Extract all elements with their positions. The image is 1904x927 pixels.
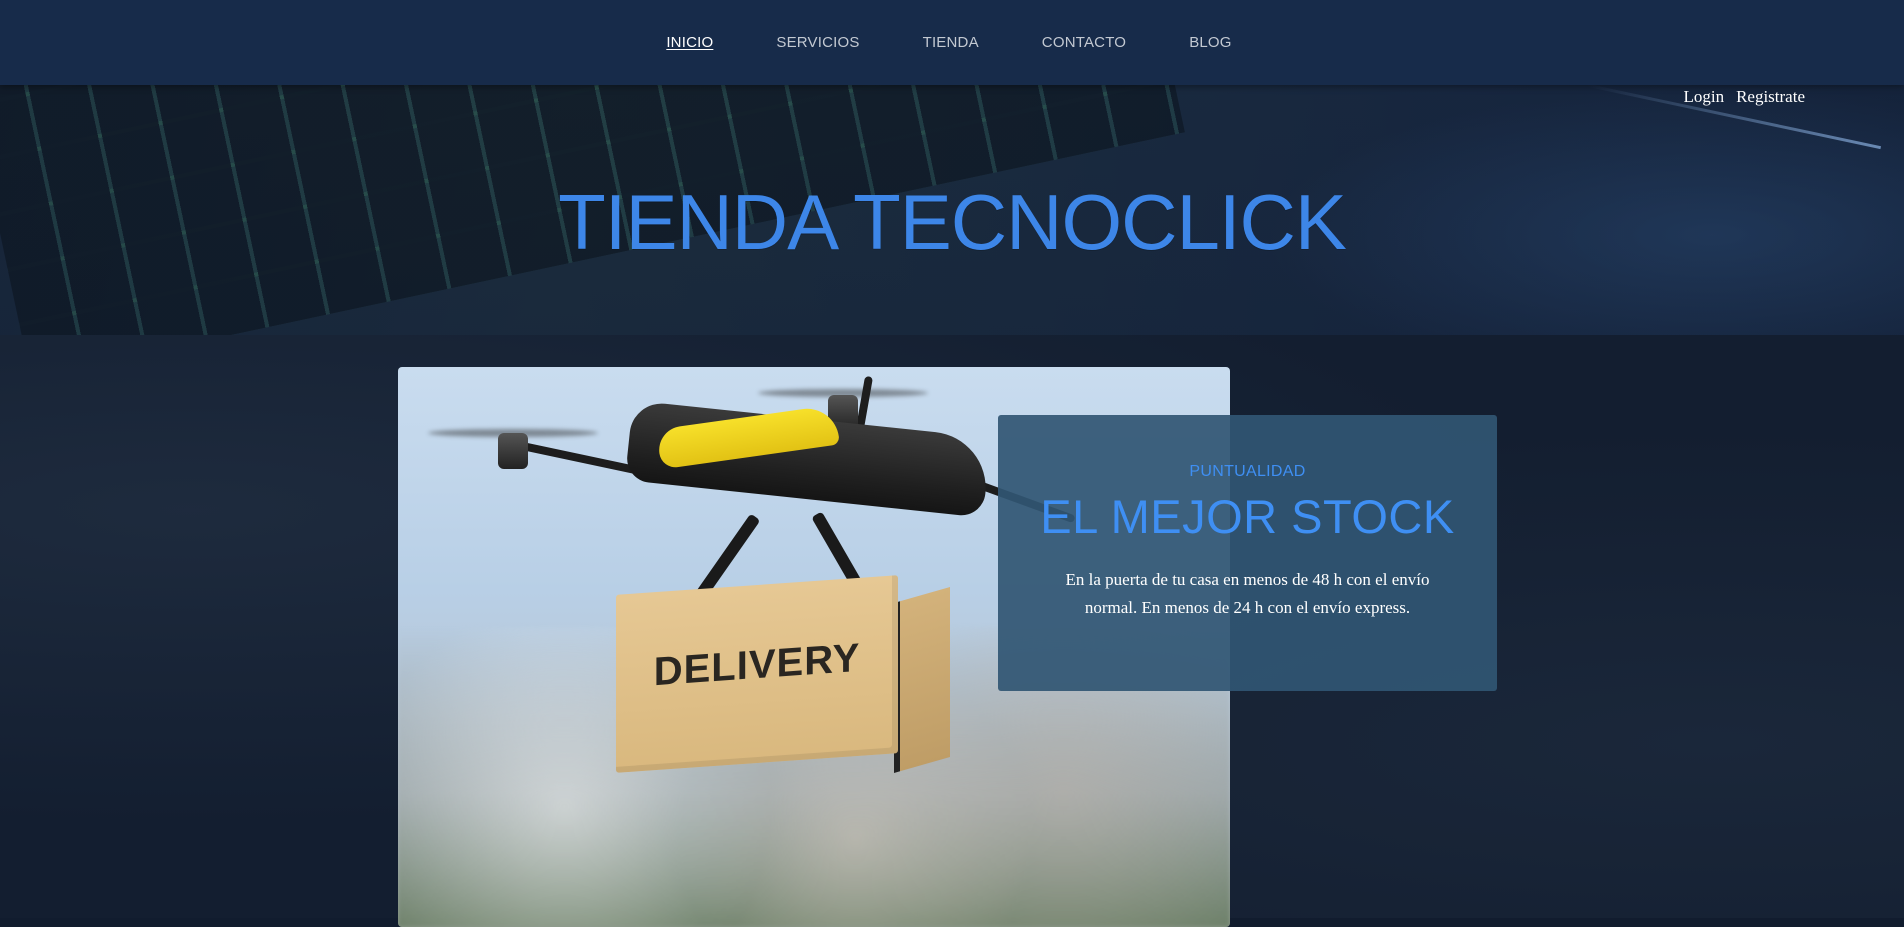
card-description: En la puerta de tu casa en menos de 48 h…: [1065, 570, 1430, 617]
card-title: EL MEJOR STOCK: [1040, 490, 1455, 543]
nav-item-contacto[interactable]: CONTACTO: [1042, 34, 1126, 51]
nav-menu: INICIO SERVICIOS TIENDA CONTACTO BLOG: [0, 0, 1904, 85]
package-label: DELIVERY: [653, 635, 861, 695]
nav-item-blog[interactable]: BLOG: [1189, 34, 1231, 51]
auth-links: Login Registrate: [1683, 87, 1805, 107]
drone-motor: [498, 433, 528, 469]
nav-item-inicio[interactable]: INICIO: [666, 34, 713, 51]
login-link[interactable]: Login: [1683, 87, 1724, 107]
nav-item-tienda[interactable]: TIENDA: [923, 34, 979, 51]
card-kicker: PUNTUALIDAD: [1189, 463, 1306, 480]
main-section: DELIVERY PUNTUALIDAD EL MEJOR STOCK En l…: [0, 335, 1904, 927]
register-link[interactable]: Registrate: [1736, 87, 1805, 107]
top-navbar: INICIO SERVICIOS TIENDA CONTACTO BLOG: [0, 0, 1904, 85]
feature-info-card: PUNTUALIDAD EL MEJOR STOCK En la puerta …: [998, 415, 1497, 691]
hero-header: Login Registrate TIENDA TECNOCLICK: [0, 85, 1904, 335]
nav-item-servicios[interactable]: SERVICIOS: [776, 34, 859, 51]
site-title: TIENDA TECNOCLICK: [558, 178, 1347, 266]
package-box-side: [894, 586, 950, 774]
package-box: DELIVERY: [616, 575, 898, 773]
